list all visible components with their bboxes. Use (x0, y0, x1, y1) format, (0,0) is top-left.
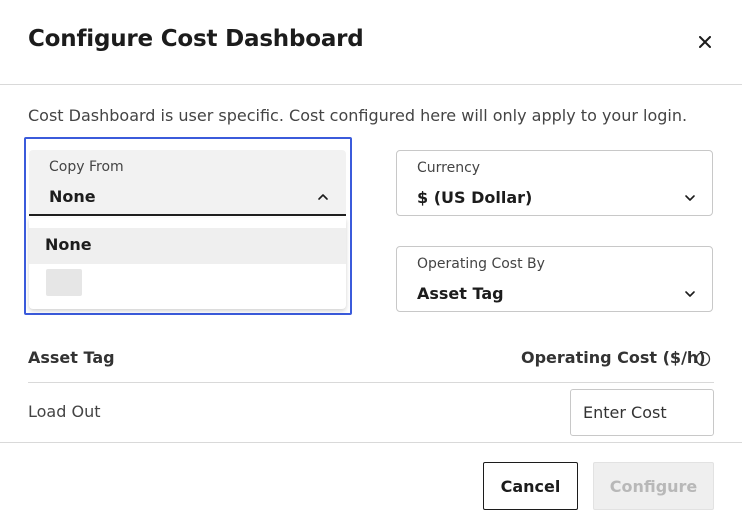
operating-cost-by-label: Operating Cost By (417, 256, 545, 272)
column-header-operating-cost: Operating Cost ($/h) (521, 348, 706, 367)
chevron-down-icon (685, 195, 695, 201)
copy-from-dropdown: None (29, 218, 346, 309)
option-placeholder-chip (46, 269, 82, 296)
operating-cost-by-value: Asset Tag (417, 284, 504, 303)
header-divider (0, 84, 742, 85)
currency-select[interactable]: Currency $ (US Dollar) (396, 150, 713, 216)
info-icon[interactable] (695, 351, 711, 367)
copy-from-select[interactable]: Copy From None (29, 150, 346, 216)
footer-divider (0, 442, 742, 443)
info-text: Cost Dashboard is user specific. Cost co… (28, 106, 688, 125)
dialog-title: Configure Cost Dashboard (28, 26, 364, 52)
copy-from-option-blank[interactable] (29, 264, 346, 300)
chevron-up-icon (318, 194, 328, 200)
cancel-button[interactable]: Cancel (483, 462, 578, 510)
cost-input[interactable] (570, 389, 714, 436)
copy-from-label: Copy From (49, 159, 124, 175)
column-header-asset-tag: Asset Tag (28, 348, 115, 367)
chevron-down-icon (685, 291, 695, 297)
table-header-divider (28, 382, 714, 383)
configure-cost-dialog: Configure Cost Dashboard Cost Dashboard … (0, 0, 742, 526)
close-icon (699, 36, 711, 48)
currency-value: $ (US Dollar) (417, 188, 533, 207)
close-button[interactable] (694, 31, 716, 53)
configure-button[interactable]: Configure (593, 462, 714, 510)
operating-cost-by-select[interactable]: Operating Cost By Asset Tag (396, 246, 713, 312)
option-label: None (45, 235, 92, 254)
table-row-asset-tag: Load Out (28, 402, 101, 421)
copy-from-option-none[interactable]: None (29, 228, 346, 264)
currency-label: Currency (417, 160, 481, 176)
copy-from-value: None (49, 187, 96, 206)
